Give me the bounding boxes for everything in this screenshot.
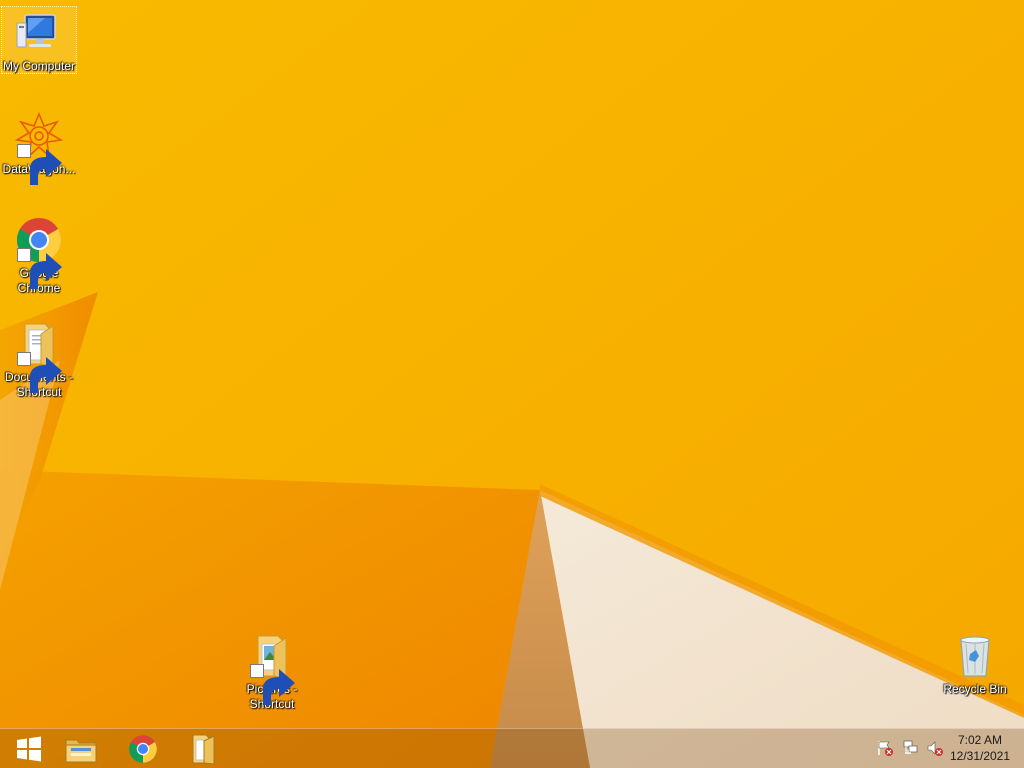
desktop-icon-my-computer[interactable]: My Computer <box>1 6 77 74</box>
recycle-bin-icon <box>951 632 999 680</box>
folder-icon <box>190 733 216 765</box>
desktop-icon-datawagon[interactable]: DataWagon... <box>1 110 77 185</box>
chrome-icon <box>128 734 158 764</box>
desktop-icon-pictures-shortcut[interactable]: Pictures - Shortcut <box>234 630 310 712</box>
taskbar-clock[interactable]: 7:02 AM 12/31/2021 <box>944 732 1016 764</box>
system-tray: 7:02 AM 12/31/2021 <box>864 729 1024 768</box>
chrome-icon <box>15 216 63 289</box>
desktop-icon-label: My Computer <box>2 59 76 73</box>
action-center-flag-icon[interactable] <box>876 739 894 757</box>
network-icon[interactable] <box>902 739 920 757</box>
shortcut-arrow-icon <box>17 144 62 185</box>
clock-date: 12/31/2021 <box>949 749 1011 763</box>
shortcut-arrow-icon <box>17 248 62 289</box>
pictures-folder-icon <box>248 632 296 705</box>
desktop[interactable]: My Computer DataWagon... <box>0 0 1024 768</box>
desktop-icon-recycle-bin[interactable]: Recycle Bin <box>937 630 1013 697</box>
taskbar-file-explorer[interactable] <box>52 730 110 768</box>
file-explorer-icon <box>65 734 97 764</box>
taskbar-google-chrome[interactable] <box>114 730 172 768</box>
shortcut-arrow-icon <box>17 352 62 393</box>
volume-muted-icon[interactable] <box>926 739 944 757</box>
start-button[interactable] <box>0 730 58 768</box>
clock-time: 7:02 AM <box>957 733 1003 747</box>
documents-folder-icon <box>15 320 63 393</box>
desktop-icon-google-chrome[interactable]: Google Chrome <box>1 214 77 296</box>
windows-logo-icon <box>16 736 42 762</box>
wallpaper <box>0 0 1024 768</box>
datawagon-icon <box>15 112 63 185</box>
desktop-icon-documents-shortcut[interactable]: Documents - Shortcut <box>1 318 77 400</box>
desktop-icon-label: Recycle Bin <box>943 682 1007 696</box>
my-computer-icon <box>15 9 63 57</box>
shortcut-arrow-icon <box>250 664 295 705</box>
taskbar: 7:02 AM 12/31/2021 <box>0 728 1024 768</box>
taskbar-folder[interactable] <box>174 730 232 768</box>
